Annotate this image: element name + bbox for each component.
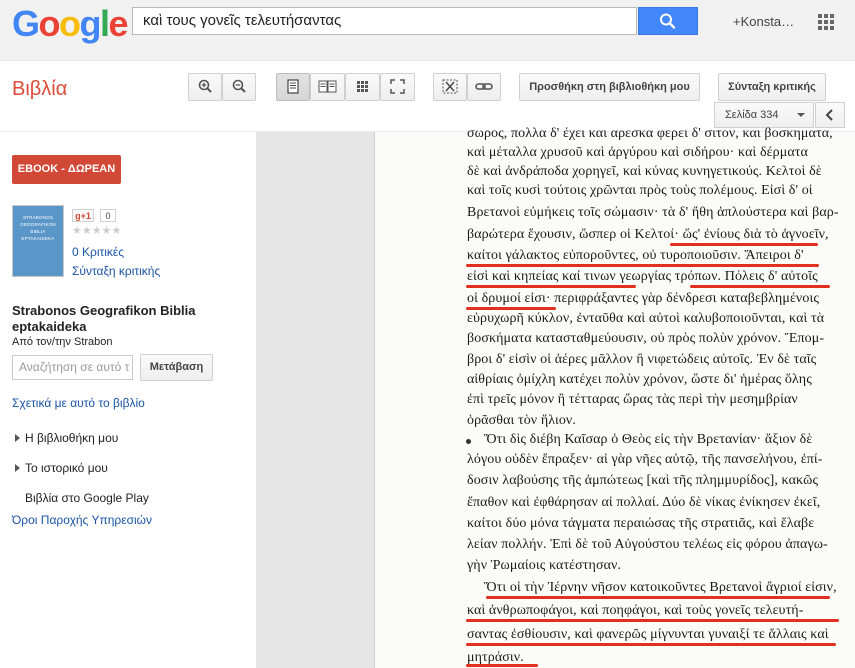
- write-review-button[interactable]: Σύνταξη κριτικής: [718, 73, 826, 101]
- scan-line: γὴν Ῥωμαίοις κατέστησαν.: [467, 558, 622, 573]
- search-input[interactable]: καὶ τους γονεῖς τελευτήσαντας: [132, 7, 637, 35]
- rating-stars: ★★★★★: [72, 225, 122, 237]
- chevron-left-icon: [825, 109, 833, 121]
- logo-letter: o: [38, 3, 61, 44]
- fullscreen-button[interactable]: [380, 73, 415, 101]
- highlight-underline: [466, 307, 556, 310]
- scan-line: βαρώτερα ἔχουσιν, ὥσπερ οἱ Κελτοί· ὥς' ἐ…: [467, 227, 829, 242]
- scan-line: βροι δ' εἰσὶν οἱ ἀέρες μᾶλλον ἢ νιφετώδε…: [467, 352, 817, 367]
- book-cover-title: STRABONOS GEOGRAFIKON BIBLIA EPTAKAIDEKA: [14, 214, 62, 242]
- terms-of-service-link[interactable]: Όροι Παροχής Υπηρεσιών: [12, 513, 152, 527]
- scan-line: λείαν πολλήν. Ἐπὶ δὲ τοῦ Αὐγούστου τελέω…: [467, 537, 828, 552]
- highlight-underline: [466, 285, 636, 288]
- add-to-library-button[interactable]: Προσθήκη στη βιβλιοθήκη μου: [519, 73, 700, 101]
- go-button[interactable]: Μετάβαση: [140, 354, 213, 381]
- highlight-underline: [690, 285, 830, 288]
- scan-line: δοσιν λαβούσης τῆς ἀμπώτεως [καὶ τῆς πλη…: [467, 473, 819, 488]
- cover-line: GEOGRAFIKON: [20, 222, 56, 227]
- logo-letter: o: [59, 3, 81, 44]
- scan-line: οἱ δρυμοί εἰσι· περιφράξαντες γὰρ δένδρε…: [467, 291, 819, 306]
- paragraph-bullet: [466, 439, 471, 444]
- scan-line: Ὅτι οἱ τὴν Ἰέρνην νῆσον κατοικοῦντες Βρε…: [484, 580, 837, 595]
- zoom-in-button[interactable]: [188, 73, 222, 101]
- highlight-underline: [466, 619, 839, 622]
- reviews-link[interactable]: 0 Κριτικές: [72, 245, 124, 259]
- link-icon: [475, 83, 493, 90]
- highlight-underline: [486, 596, 830, 599]
- logo-letter: e: [108, 3, 129, 44]
- clip-icon: [442, 79, 458, 94]
- previous-page-button[interactable]: [815, 102, 845, 128]
- highlight-underline: [466, 264, 819, 267]
- link-button[interactable]: [467, 73, 501, 101]
- scan-line: καὶ μέταλλα χρυσοῦ καὶ ἀργύρου καὶ σιδήρ…: [467, 145, 808, 160]
- zoom-out-icon: [232, 79, 246, 93]
- magnifier-icon: [660, 13, 676, 29]
- two-page-view-button[interactable]: [310, 73, 345, 101]
- scan-line: καίτοι γάλακτος εὐποροῦντες, οὐ τυροποιο…: [467, 248, 804, 263]
- scan-line: καὶ ἀνθρωποφάγοι, καὶ ποηφάγοι, καὶ τοὺς…: [467, 603, 804, 618]
- scan-line: ἔπαθον καὶ ἐφθάρησαν αἱ πολλαί. Δύο δὲ ν…: [467, 495, 821, 510]
- expand-arrow-icon: [15, 434, 20, 442]
- logo-letter: g: [79, 3, 102, 44]
- scan-line: δὲ καὶ ἀνδράποδα χορηγεῖ, καὶ κύνας κυνη…: [467, 164, 822, 179]
- page-select-dropdown[interactable]: Σελίδα 334: [714, 102, 814, 128]
- logo-letter: G: [12, 3, 40, 44]
- scan-line: εἰσὶ καὶ κηπείας καί τινων γεωργίας τρόπ…: [467, 269, 818, 284]
- thumbnails-icon: [357, 81, 368, 92]
- scan-line: σαντας ἐσθίουσιν, καὶ φανερῶς μίγνυνται …: [467, 627, 829, 642]
- zoom-out-button[interactable]: [222, 73, 256, 101]
- expand-arrow-icon: [15, 464, 20, 472]
- scan-line: σωρος, πολλα δ' έχει και αρεσκα φερει δ'…: [467, 126, 833, 141]
- scan-line: ἐπὶ τρεῖς μόνον ἢ τέτταρας ὥρας τὰς περὶ…: [467, 392, 798, 407]
- logo-letter: l: [100, 3, 110, 44]
- google-play-books-link[interactable]: Βιβλία στο Google Play: [25, 491, 149, 505]
- scan-line: λόγου οὐδὲν ἔπραξεν· αἱ γὰρ νῆες αὐτῷ, τ…: [467, 452, 823, 467]
- scan-line: Βρετανοὶ εὐμήκεις τοῖς σώμασιν· τὰ δ' ἤθ…: [467, 205, 839, 220]
- search-button[interactable]: [638, 7, 698, 35]
- gplus-count: 0: [100, 209, 116, 222]
- gplus-button[interactable]: g+1: [72, 209, 94, 222]
- highlight-underline: [466, 664, 538, 667]
- scan-line: ὁρᾶσθαι τὸν ἥλιον.: [467, 413, 576, 428]
- highlight-underline: [466, 643, 836, 646]
- cover-line: BIBLIA: [30, 229, 46, 234]
- cover-line: EPTAKAIDEKA: [21, 236, 55, 241]
- my-library-link[interactable]: Η βιβλιοθήκη μου: [25, 431, 118, 445]
- scan-line: εὐρυχωρῆ κύκλον, ἐνταῦθα καὶ αὐτοὶ καλυβ…: [467, 311, 825, 326]
- about-book-link[interactable]: Σχετικά με αυτό το βιβλίο: [12, 396, 145, 410]
- apps-grid-icon[interactable]: [818, 14, 834, 30]
- search-in-book-input[interactable]: Αναζήτηση σε αυτό τ: [12, 355, 133, 380]
- cover-line: STRABONOS: [22, 215, 54, 220]
- zoom-in-icon: [198, 79, 212, 93]
- free-ebook-button[interactable]: EBOOK - ΔΩΡΕΑΝ: [12, 155, 121, 184]
- user-profile-link[interactable]: +Konsta…: [733, 14, 794, 29]
- section-title[interactable]: Βιβλία: [12, 78, 67, 101]
- single-page-icon: [287, 79, 299, 94]
- scan-line: Ὅτι δὶς διέβη Καῖσαρ ὁ Θεὸς εἰς τὴν Βρετ…: [484, 432, 813, 447]
- my-history-link[interactable]: Το ιστορικό μου: [25, 461, 108, 475]
- scan-line: βοσκήματα κατασταθμεύουσιν, οὐ πρὸς πολὺ…: [467, 331, 825, 346]
- clip-button[interactable]: [433, 73, 467, 101]
- two-page-icon: [318, 80, 337, 93]
- thumbnail-view-button[interactable]: [345, 73, 380, 101]
- book-title: Strabonos Geografikon Biblia eptakaideka: [12, 303, 196, 334]
- google-logo[interactable]: Google: [12, 3, 129, 44]
- book-author: Από τον/την Strabon: [12, 336, 113, 348]
- fullscreen-icon: [390, 79, 405, 94]
- scan-line: καὶ τοῖς κυσὶ τούτοις χρῶνται πρὸς τοὺς …: [467, 183, 813, 198]
- write-review-link[interactable]: Σύνταξη κριτικής: [72, 264, 160, 278]
- chevron-down-icon: [797, 113, 805, 117]
- scan-line: καίτοι δύο μόνα τάγματα περαιώσας τῆς στ…: [467, 516, 815, 531]
- page-select-label: Σελίδα 334: [725, 109, 779, 121]
- scan-line: αἰθρίαις ὀμίχλη κατέχει πολὺν χρόνον, ὥσ…: [467, 372, 812, 387]
- highlight-underline: [670, 243, 818, 246]
- single-page-view-button[interactable]: [276, 73, 310, 101]
